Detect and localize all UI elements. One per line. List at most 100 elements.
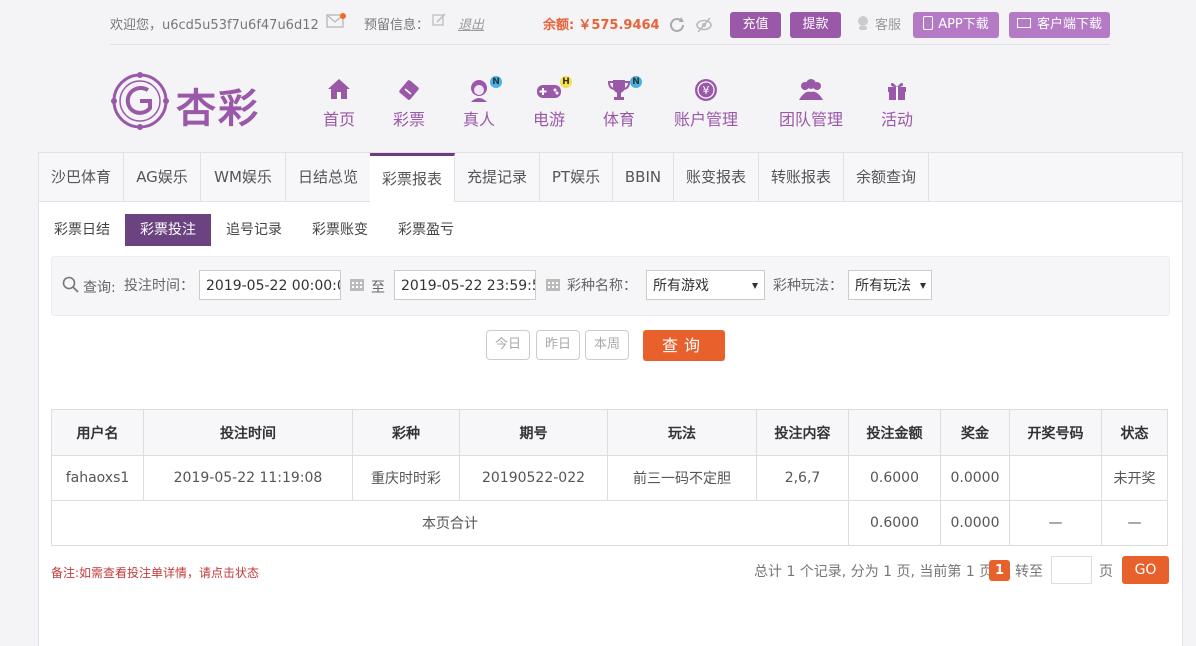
client-download-button[interactable]: 客户端下载 [1009, 12, 1110, 38]
withdraw-button[interactable]: 提款 [790, 12, 841, 38]
nav-egame[interactable]: H 电游 [531, 76, 572, 130]
goto-page-input[interactable] [1051, 556, 1092, 584]
tab-transfer-report[interactable]: 转账报表 [759, 153, 844, 201]
bet-time-label: 投注时间： [124, 278, 194, 294]
tab-daily-overview[interactable]: 日结总览 [286, 153, 371, 201]
nav-home[interactable]: 首页 [321, 78, 357, 130]
nav-label: 彩票 [392, 110, 425, 129]
nav-sports[interactable]: N 体育 [601, 76, 642, 130]
total-status: — [1101, 500, 1168, 546]
play-select-value: 所有玩法 [855, 278, 911, 294]
total-draw-numbers: — [1009, 500, 1102, 546]
col-bonus: 奖金 [940, 409, 1010, 456]
tab-balance-query[interactable]: 余额查询 [844, 153, 929, 201]
this-week-button[interactable]: 本周 [585, 330, 629, 360]
goto-label: 转至 [1015, 564, 1043, 580]
logout-link[interactable]: 退出 [458, 14, 484, 33]
table-row: fahaoxs1 2019-05-22 11:19:08 重庆时时彩 20190… [51, 455, 1168, 501]
tab-pt[interactable]: PT娱乐 [540, 153, 613, 201]
topbar-divider [110, 44, 1110, 45]
remark-note: 备注:如需查看投注单详情，请点击状态 [51, 566, 260, 580]
game-name-label: 彩种名称： [567, 278, 637, 294]
welcome-text: 欢迎您，u6cd5u53f7u6f47u6d12 [110, 18, 319, 33]
cell-status-link[interactable]: 未开奖 [1101, 455, 1168, 501]
subtab-lottery-daily[interactable]: 彩票日结 [51, 214, 113, 246]
tab-wm[interactable]: WM娱乐 [201, 153, 286, 201]
start-time-input[interactable]: 2019-05-22 00:00:00 [199, 270, 341, 300]
monitor-icon [1016, 18, 1031, 28]
col-content: 投注内容 [756, 409, 849, 456]
nav-badge: N [490, 76, 502, 88]
subtab-lottery-pnl[interactable]: 彩票盈亏 [395, 214, 457, 246]
calendar-icon[interactable] [350, 277, 364, 291]
nav-live[interactable]: N 真人 [461, 76, 502, 130]
pager-summary: 总计 1 个记录, 分为 1 页, 当前第 1 页 [754, 564, 994, 580]
cell-bonus: 0.0000 [940, 455, 1010, 501]
cell-lottery: 重庆时时彩 [352, 455, 460, 501]
game-select[interactable]: 所有游戏 [646, 270, 765, 300]
yesterday-button[interactable]: 昨日 [536, 330, 580, 360]
cell-bet-time: 2019-05-22 11:19:08 [143, 455, 353, 501]
search-button[interactable]: 查询 [643, 330, 725, 361]
col-draw-numbers: 开奖号码 [1009, 409, 1102, 456]
app-download-button[interactable]: APP下载 [913, 12, 999, 38]
current-page[interactable]: 1 [989, 560, 1010, 581]
table-header-row: 用户名 投注时间 彩种 期号 玩法 投注内容 投注金额 奖金 开奖号码 状态 [51, 409, 1168, 456]
search-icon [62, 276, 79, 297]
subtab-chase-records[interactable]: 追号记录 [223, 214, 285, 246]
table-total-row: 本页合计 0.6000 0.0000 — — [51, 500, 1168, 546]
tab-deposit-withdraw[interactable]: 充提记录 [455, 153, 540, 201]
cell-amount: 0.6000 [848, 455, 941, 501]
today-button[interactable]: 今日 [486, 330, 530, 360]
total-bonus: 0.0000 [940, 500, 1010, 546]
phone-icon [923, 16, 934, 30]
balance-label: 余额: [543, 18, 575, 33]
nav-lottery[interactable]: 彩票 [391, 78, 427, 130]
hide-eye-icon[interactable] [695, 16, 713, 38]
nav-badge: N [630, 76, 642, 88]
cell-play: 前三一码不定胆 [607, 455, 757, 501]
nav-label: 活动 [880, 110, 913, 129]
tab-bbin[interactable]: BBIN [613, 153, 674, 201]
tab-balance-change[interactable]: 账变报表 [674, 153, 759, 201]
play-type-label: 彩种玩法： [773, 278, 843, 294]
cell-draw-numbers [1009, 455, 1102, 501]
col-username: 用户名 [51, 409, 144, 456]
tab-saba-sports[interactable]: 沙巴体育 [39, 153, 124, 201]
customer-service-link[interactable]: 客服 [875, 14, 901, 33]
dropdown-arrow-icon [752, 283, 758, 289]
edit-icon[interactable] [432, 13, 446, 31]
col-amount: 投注金额 [848, 409, 941, 456]
end-time-input[interactable]: 2019-05-22 23:59:59 [394, 270, 536, 300]
col-status: 状态 [1101, 409, 1168, 456]
subtab-lottery-changes[interactable]: 彩票账变 [309, 214, 371, 246]
balance-display: 余额: ￥575.9464 [543, 14, 660, 33]
subtab-lottery-bets[interactable]: 彩票投注 [125, 214, 211, 246]
nav-promo[interactable]: 活动 [879, 78, 915, 130]
go-button[interactable]: GO [1122, 556, 1169, 584]
svg-text:¥: ¥ [703, 84, 710, 97]
recharge-button[interactable]: 充值 [730, 12, 781, 38]
report-tabs: 沙巴体育 AG娱乐 WM娱乐 日结总览 彩票报表 充提记录 PT娱乐 BBIN … [39, 153, 1182, 202]
logo-text: 杏彩 [176, 85, 260, 132]
filter-bar: 查询: 投注时间： 2019-05-22 00:00:00 至 2019-05-… [51, 256, 1170, 316]
tab-ag[interactable]: AG娱乐 [124, 153, 201, 201]
col-issue: 期号 [459, 409, 608, 456]
query-label: 查询: [83, 280, 116, 296]
nav-team[interactable]: 团队管理 [777, 78, 845, 130]
tab-lottery-report[interactable]: 彩票报表 [370, 153, 455, 202]
report-panel: 沙巴体育 AG娱乐 WM娱乐 日结总览 彩票报表 充提记录 PT娱乐 BBIN … [38, 152, 1183, 646]
site-logo[interactable]: 杏彩 [110, 70, 265, 132]
nav-label: 真人 [462, 110, 495, 129]
nav-account[interactable]: ¥ 账户管理 [672, 78, 740, 130]
page-label: 页 [1099, 564, 1113, 580]
calendar-icon[interactable] [546, 277, 560, 291]
logo-emblem-icon [111, 72, 169, 130]
refresh-icon[interactable] [668, 16, 686, 38]
mail-icon[interactable] [326, 13, 346, 33]
customer-service-icon [856, 15, 870, 35]
top-bar: 欢迎您，u6cd5u53f7u6f47u6d12 预留信息： 退出 余额: ￥5… [0, 0, 1196, 48]
balance-value: ￥575.9464 [578, 18, 660, 33]
play-type-select[interactable]: 所有玩法 [848, 270, 932, 300]
lottery-icon [391, 78, 427, 104]
